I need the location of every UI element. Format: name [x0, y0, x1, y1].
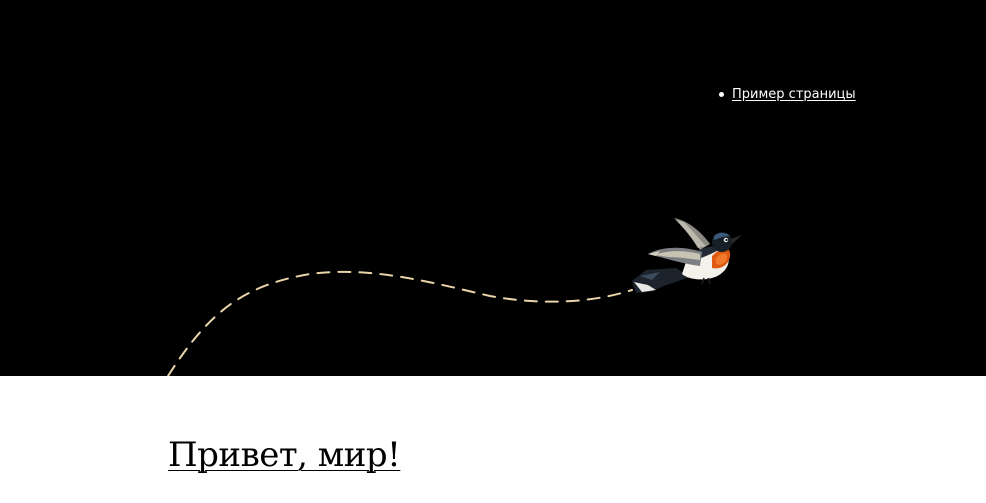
flight-path — [167, 270, 633, 376]
post-title-link[interactable]: Привет, мир! — [168, 435, 401, 475]
bird-icon — [632, 218, 742, 293]
site-header: Пример страницы — [0, 0, 986, 376]
header-illustration — [167, 218, 742, 376]
post-title: Привет, мир! — [168, 433, 401, 477]
